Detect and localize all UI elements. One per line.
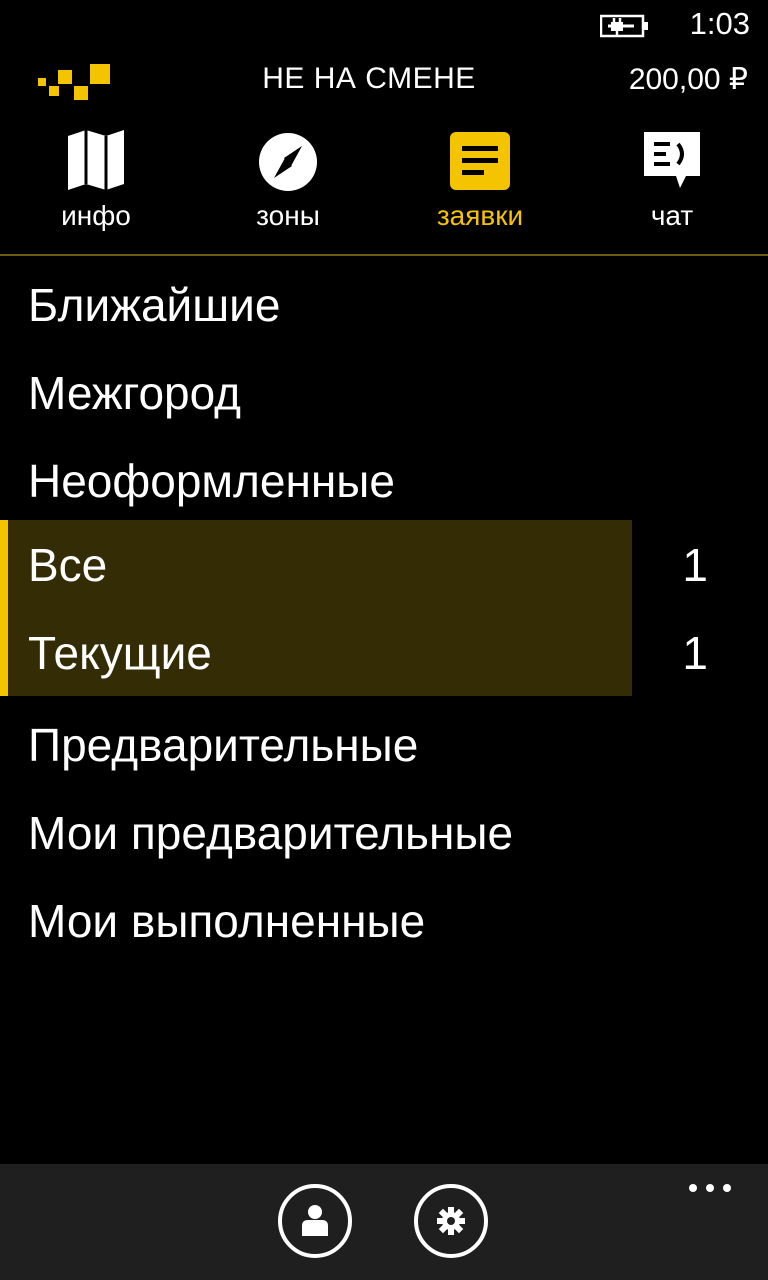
list-item-current[interactable]: Текущие 1 <box>0 608 768 696</box>
list-item-label: Межгород <box>28 367 242 419</box>
tab-zones[interactable]: зоны <box>218 130 358 240</box>
list-item-my-preliminary[interactable]: Мои предварительные <box>0 788 768 876</box>
list-item-count: 1 <box>682 627 708 679</box>
highlight-bar <box>0 608 8 696</box>
balance: 200,00 ₽ <box>628 63 748 96</box>
shift-status: НЕ НА СМЕНЕ <box>262 62 476 95</box>
list-item-label: Все <box>28 539 108 591</box>
list-item-all[interactable]: Все 1 <box>0 520 768 608</box>
list-item-label: Текущие <box>28 627 212 679</box>
app-bar <box>0 1164 768 1280</box>
clock: 1:03 <box>689 6 750 41</box>
list-item-label: Предварительные <box>28 719 419 771</box>
list-item-preliminary[interactable]: Предварительные <box>0 700 768 788</box>
compass-icon <box>259 133 317 191</box>
tab-divider <box>0 254 768 256</box>
status-bar: 1:03 <box>0 0 768 50</box>
settings-icon <box>437 1207 465 1235</box>
battery-charging-icon <box>600 14 648 38</box>
tab-zones-label: зоны <box>256 200 320 231</box>
profile-icon <box>302 1205 328 1236</box>
list-item-label: Ближайшие <box>28 279 281 331</box>
map-icon <box>68 130 124 190</box>
more-dots-icon[interactable] <box>688 1182 732 1194</box>
orders-icon <box>450 132 510 190</box>
settings-button[interactable] <box>414 1184 488 1258</box>
list-item-label: Неоформленные <box>28 455 395 507</box>
list-item-count: 1 <box>682 539 708 591</box>
tab-orders[interactable]: заявки <box>410 130 550 240</box>
tab-orders-label: заявки <box>436 200 524 231</box>
list-item-my-completed[interactable]: Мои выполненные <box>0 876 768 964</box>
profile-button[interactable] <box>278 1184 352 1258</box>
list-item-unregistered[interactable]: Неоформленные <box>0 436 768 524</box>
tab-info[interactable]: инфо <box>26 130 166 240</box>
chat-icon <box>644 132 700 188</box>
list-item-label: Мои предварительные <box>28 807 514 859</box>
tab-info-label: инфо <box>61 200 131 231</box>
list-item-intercity[interactable]: Межгород <box>0 348 768 436</box>
tab-chat[interactable]: чат <box>602 130 742 240</box>
highlight-bar <box>0 520 8 608</box>
tab-chat-label: чат <box>650 200 694 231</box>
list-item-nearest[interactable]: Ближайшие <box>0 260 768 348</box>
list-item-label: Мои выполненные <box>28 895 426 947</box>
